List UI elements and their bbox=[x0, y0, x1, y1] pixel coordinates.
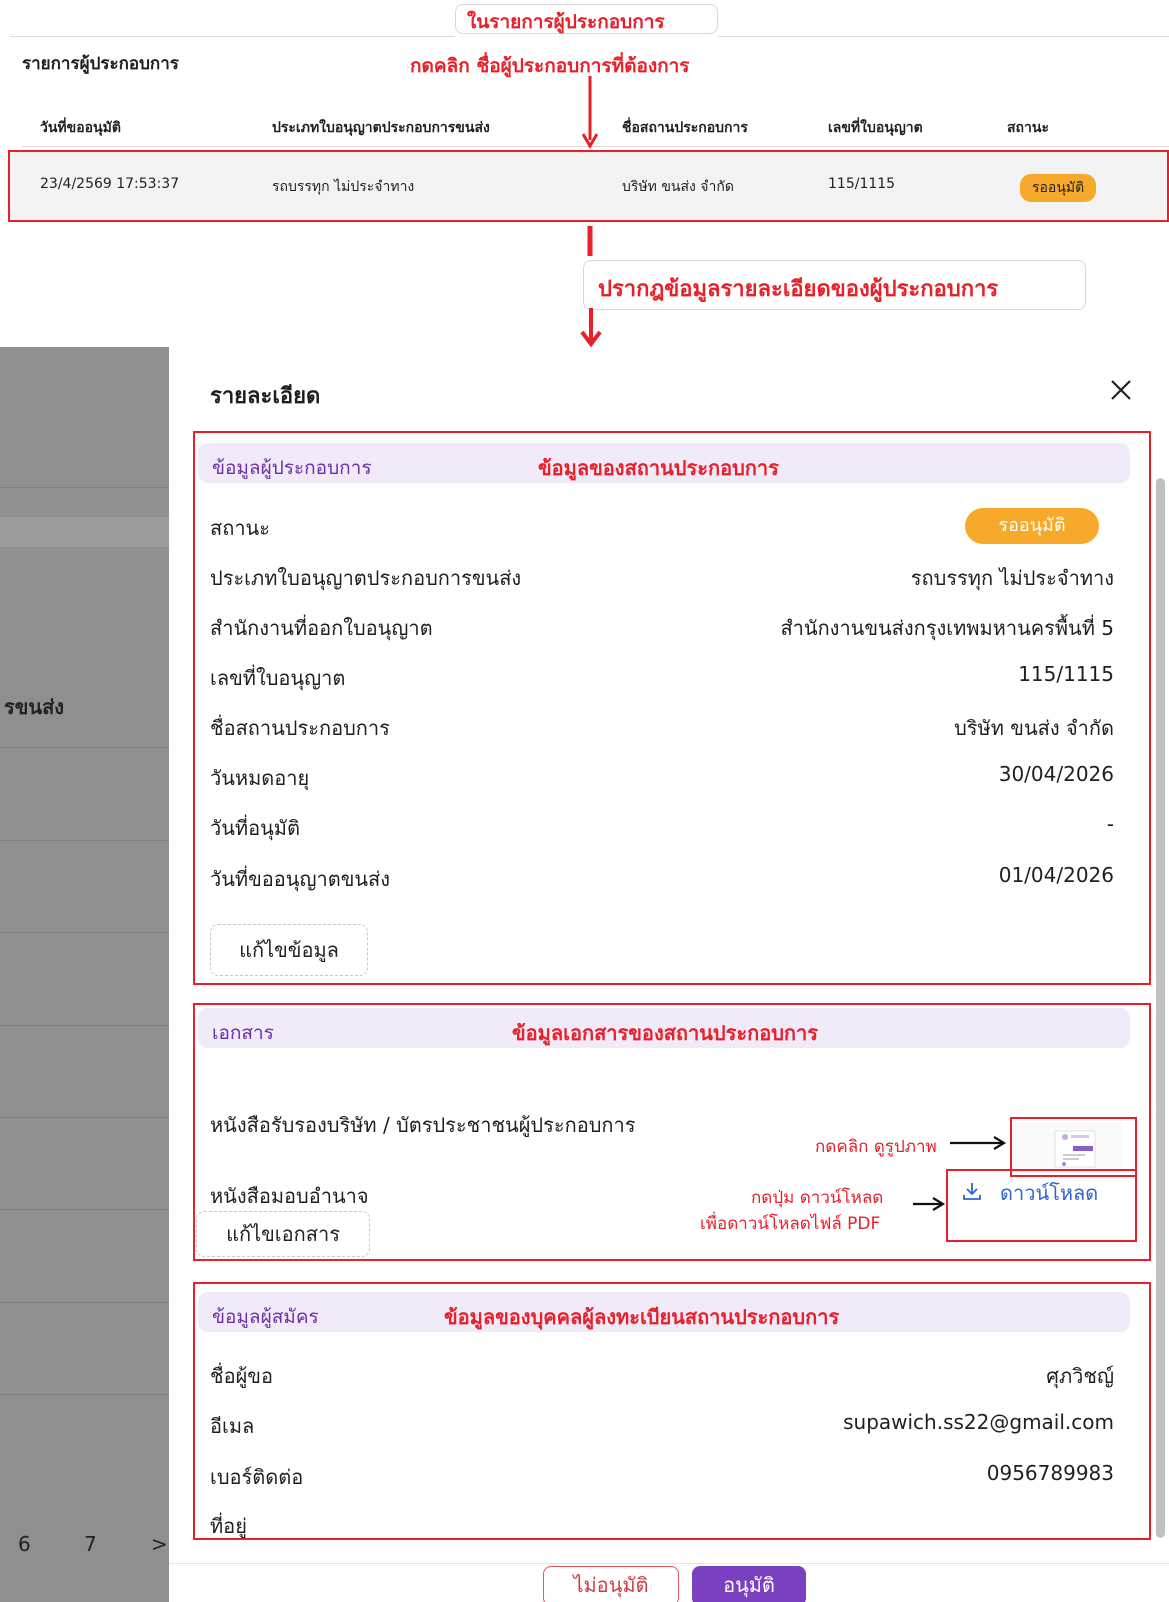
divider bbox=[0, 487, 169, 488]
highlight-row bbox=[8, 150, 1169, 222]
highlight-thumbnail bbox=[1010, 1117, 1137, 1177]
approved-date-label: วันที่อนุมัติ bbox=[210, 816, 300, 840]
background-column-header: รขนส่ง bbox=[4, 695, 65, 719]
drawer-title: รายละเอียด bbox=[210, 384, 321, 409]
email-value: supawich.ss22@gmail.com bbox=[843, 1410, 1114, 1434]
list-title: รายการผู้ประกอบการ bbox=[22, 54, 179, 74]
arrow-down-icon bbox=[582, 76, 598, 149]
top-callout-line1: ในรายการผู้ประกอบการ bbox=[467, 11, 665, 33]
office-value: สำนักงานขนส่งกรุงเทพมหานครพื้นที่ 5 bbox=[780, 616, 1114, 640]
arrow-down-icon bbox=[580, 308, 602, 348]
email-label: อีเมล bbox=[210, 1414, 255, 1438]
col-license-type: ประเภทใบอนุญาตประกอบการขนส่ง bbox=[272, 120, 490, 136]
reject-button[interactable]: ไม่อนุมัติ bbox=[543, 1566, 679, 1602]
doc2-label: หนังสือมอบอำนาจ bbox=[210, 1184, 369, 1208]
arrow-down-icon bbox=[587, 226, 593, 256]
divider bbox=[0, 1394, 169, 1395]
status-badge: รออนุมัติ bbox=[965, 508, 1099, 544]
top-divider bbox=[718, 36, 1169, 37]
download-annotation-line2: เพื่อดาวน์โหลดไฟล์ PDF bbox=[700, 1214, 881, 1234]
view-image-annotation: กดคลิก ดูรูปภาพ bbox=[815, 1137, 937, 1157]
office-label: สำนักงานที่ออกใบอนุญาต bbox=[210, 616, 433, 640]
approved-date-value: - bbox=[1106, 812, 1114, 836]
top-divider-left bbox=[10, 36, 455, 37]
divider bbox=[0, 932, 169, 933]
scrollbar-thumb[interactable] bbox=[1156, 478, 1165, 1538]
request-date-label: วันที่ขออนุญาตขนส่ง bbox=[210, 867, 391, 891]
divider bbox=[0, 1209, 169, 1210]
top-callout-line2: กดคลิก ชื่อผู้ประกอบการที่ต้องการ bbox=[410, 55, 690, 77]
approve-button[interactable]: อนุมัติ bbox=[692, 1566, 806, 1602]
divider bbox=[0, 1117, 169, 1118]
phone-label: เบอร์ติดต่อ bbox=[210, 1465, 304, 1489]
expiry-value: 30/04/2026 bbox=[998, 762, 1114, 786]
operator-name-label: ชื่อสถานประกอบการ bbox=[210, 716, 390, 740]
expiry-label: วันหมดอายุ bbox=[210, 766, 310, 790]
status-label: สถานะ bbox=[210, 516, 270, 540]
arrow-right-icon bbox=[950, 1136, 1007, 1150]
pagination-next[interactable]: > bbox=[151, 1532, 168, 1556]
edit-info-button[interactable]: แก้ไขข้อมูล bbox=[210, 924, 368, 976]
applicant-name-label: ชื่อผู้ขอ bbox=[210, 1364, 273, 1388]
divider bbox=[0, 517, 169, 547]
license-no-value: 115/1115 bbox=[1018, 662, 1114, 686]
license-no-label: เลขที่ใบอนุญาต bbox=[210, 666, 346, 690]
divider bbox=[0, 747, 169, 748]
divider bbox=[0, 1025, 169, 1026]
arrow-right-icon bbox=[913, 1197, 946, 1211]
highlight-download bbox=[946, 1169, 1137, 1242]
divider bbox=[0, 1302, 169, 1303]
divider bbox=[0, 840, 169, 841]
background-overlay[interactable]: รขนส่ง 6 7 > bbox=[0, 347, 169, 1602]
license-type-value: รถบรรทุก ไม่ประจำทาง bbox=[910, 566, 1114, 590]
license-type-label: ประเภทใบอนุญาตประกอบการขนส่ง bbox=[210, 566, 522, 590]
pagination-7[interactable]: 7 bbox=[84, 1532, 97, 1556]
applicant-name-value: ศุภวิชญ์ bbox=[1046, 1364, 1114, 1388]
download-annotation-line1: กดปุ่ม ดาวน์โหลด bbox=[751, 1188, 884, 1208]
operator-name-value: บริษัท ขนส่ง จำกัด bbox=[954, 716, 1114, 740]
pagination-6[interactable]: 6 bbox=[18, 1532, 31, 1556]
doc1-label: หนังสือรับรองบริษัท / บัตรประชาชนผู้ประก… bbox=[210, 1113, 636, 1137]
phone-value: 0956789983 bbox=[986, 1461, 1114, 1485]
col-license-no: เลขที่ใบอนุญาต bbox=[828, 120, 923, 136]
edit-documents-button[interactable]: แก้ไขเอกสาร bbox=[196, 1211, 370, 1257]
address-label: ที่อยู่ bbox=[210, 1514, 247, 1538]
close-icon[interactable] bbox=[1108, 377, 1134, 403]
footer-divider bbox=[169, 1563, 1169, 1564]
col-status: สถานะ bbox=[1007, 120, 1049, 136]
col-request-date: วันที่ขออนุมัติ bbox=[40, 120, 121, 136]
col-operator-name: ชื่อสถานประกอบการ bbox=[622, 120, 748, 136]
middle-callout-text: ปรากฎข้อมูลรายละเอียดของผู้ประกอบการ bbox=[598, 277, 999, 302]
request-date-value: 01/04/2026 bbox=[998, 863, 1114, 887]
